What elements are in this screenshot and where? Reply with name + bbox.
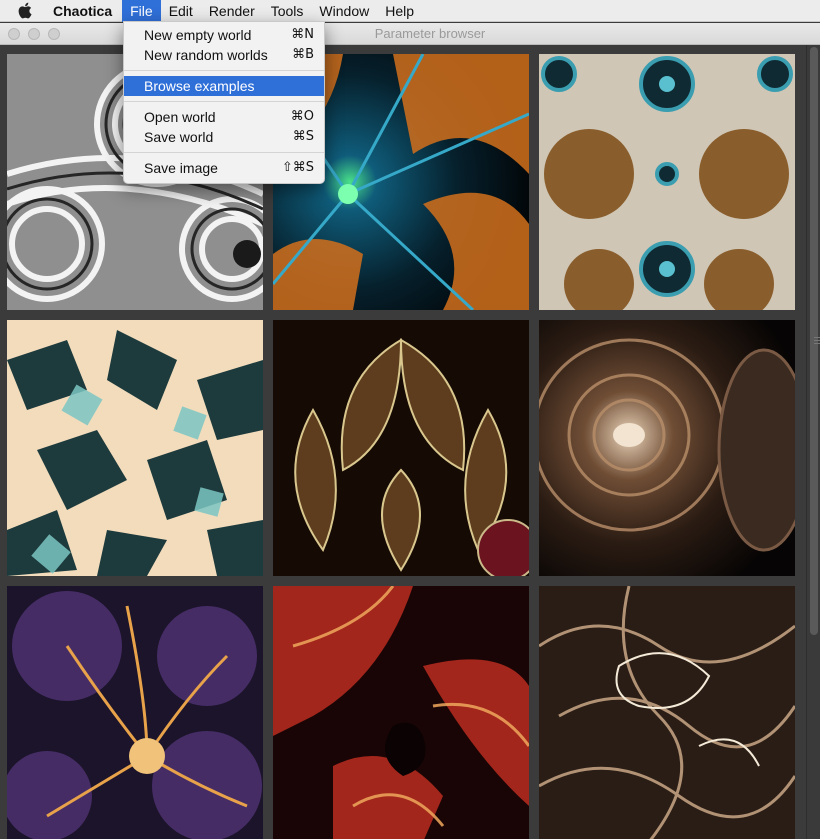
menu-item-open-world[interactable]: Open world ⌘O xyxy=(124,107,324,127)
menu-separator xyxy=(124,70,324,71)
menu-item-label: New empty world xyxy=(144,27,252,43)
menu-item-shortcut: ⌘N xyxy=(291,27,314,42)
thumbnail-sepia-smoke[interactable] xyxy=(539,586,795,839)
menu-item-save-image[interactable]: Save image ⇧⌘S xyxy=(124,158,324,178)
menu-item-new-empty-world[interactable]: New empty world ⌘N xyxy=(124,25,324,45)
menu-item-shortcut: ⌘O xyxy=(290,109,314,124)
menu-item-shortcut: ⌘S xyxy=(292,129,314,144)
menu-item-label: Save image xyxy=(144,160,218,176)
menu-edit[interactable]: Edit xyxy=(161,0,201,22)
menu-tools[interactable]: Tools xyxy=(263,0,312,22)
thumbnail-red-swirl[interactable] xyxy=(273,586,529,839)
menu-item-browse-examples[interactable]: Browse examples xyxy=(124,76,324,96)
menu-bar: Chaotica File Edit Render Tools Window H… xyxy=(0,0,820,22)
menu-render[interactable]: Render xyxy=(201,0,263,22)
thumbnail-gold-teal-orbs[interactable] xyxy=(539,54,795,310)
menu-item-label: Browse examples xyxy=(144,78,255,94)
menu-item-label: New random worlds xyxy=(144,47,268,63)
scrollbar-thumb[interactable] xyxy=(810,47,820,635)
thumbnail-olive-petals[interactable] xyxy=(273,320,529,576)
menu-item-shortcut: ⇧⌘S xyxy=(281,160,314,175)
menu-app-name[interactable]: Chaotica xyxy=(53,0,122,22)
thumbnail-teal-cream-tiles[interactable] xyxy=(7,320,263,576)
menu-item-label: Open world xyxy=(144,109,216,125)
vertical-scrollbar[interactable] xyxy=(806,45,820,839)
file-menu-dropdown: New empty world ⌘N New random worlds ⌘B … xyxy=(123,21,325,184)
menu-file[interactable]: File xyxy=(122,0,161,22)
menu-item-new-random-worlds[interactable]: New random worlds ⌘B xyxy=(124,45,324,65)
menu-item-shortcut: ⌘B xyxy=(292,47,314,62)
menu-separator xyxy=(124,152,324,153)
thumbnail-purple-gold-flower[interactable] xyxy=(7,586,263,839)
menu-window[interactable]: Window xyxy=(311,0,377,22)
parameter-browser-gallery xyxy=(0,45,806,839)
menu-separator xyxy=(124,101,324,102)
apple-menu-icon[interactable] xyxy=(14,0,36,22)
thumbnail-bronze-tunnel[interactable] xyxy=(539,320,795,576)
menu-item-save-world[interactable]: Save world ⌘S xyxy=(124,127,324,147)
menu-item-label: Save world xyxy=(144,129,214,145)
menu-help[interactable]: Help xyxy=(377,0,422,22)
